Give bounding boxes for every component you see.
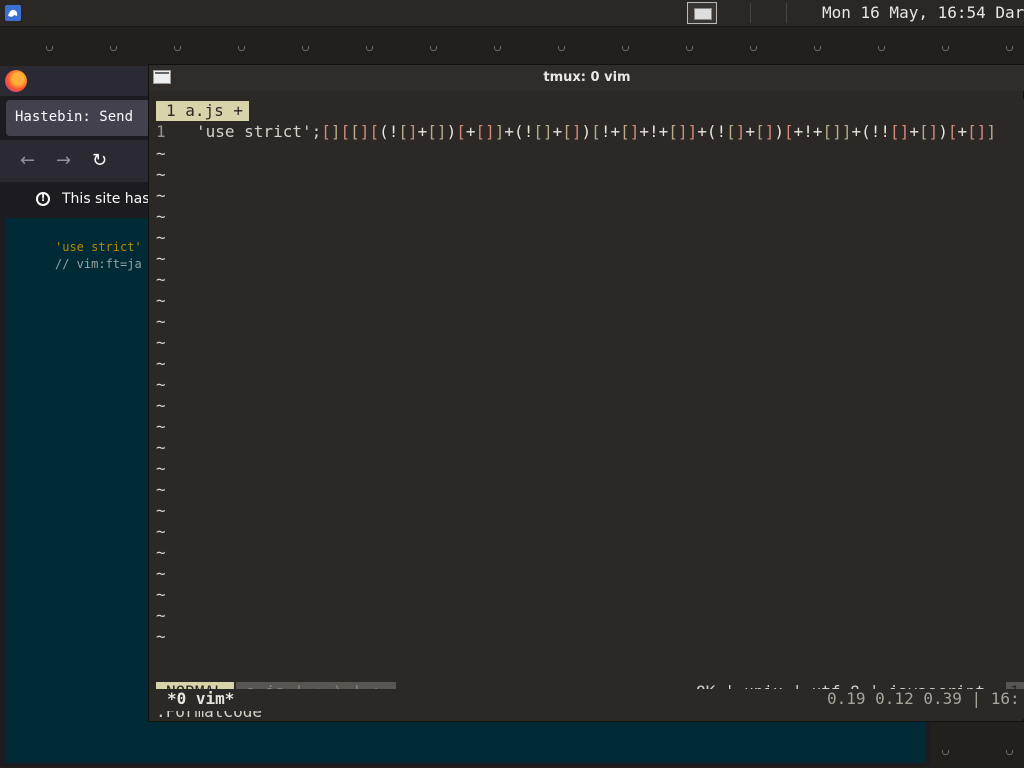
tilde-marker: ~ [156,500,166,521]
desktop-pattern-dot [174,46,181,51]
tilde-marker: ~ [156,332,166,353]
tilde-marker: ~ [156,269,166,290]
tilde-marker: ~ [156,395,166,416]
tmux-status-right: 0.19 0.12 0.39 | 16: [827,689,1020,708]
forward-arrow-icon[interactable]: → [56,150,71,171]
window-thumbnail-icon [694,8,712,20]
desktop-pattern-dot [1006,46,1013,51]
desktop-pattern-dot [302,46,309,51]
code-body: [][[][(![]+[])[+[]]+(![]+[])[!+[]+!+[]]+… [321,122,996,141]
paste-code-line: // vim:ft=ja [55,257,142,271]
desktop-pattern-dot [1006,750,1013,755]
tilde-marker: ~ [156,374,166,395]
empty-line-markers: ~ ~ ~ ~ ~ ~ ~ ~ ~ ~ ~ ~ ~ ~ ~ ~ ~ ~ ~ ~ ~ ~ ~ ~ [156,143,166,647]
desktop-pattern-dot [942,750,949,755]
terminal-titlebar[interactable]: tmux: 0 vim [149,65,1024,91]
code-line[interactable]: 'use strict';[][[][(![]+[])[+[]]+(![]+[]… [196,122,996,141]
tilde-marker: ~ [156,563,166,584]
tilde-marker: ~ [156,164,166,185]
desktop-pattern-dot [46,46,53,51]
desktop-pattern-dot [430,46,437,51]
tilde-marker: ~ [156,311,166,332]
vim-editor[interactable]: 1 a.js + 1 'use strict';[][[][(![]+[])[+… [156,99,1024,719]
firefox-logo-icon [5,70,27,92]
tilde-marker: ~ [156,437,166,458]
app-menu-icon[interactable] [4,4,22,22]
tab-label: Hastebin: Send [15,109,133,125]
back-arrow-icon[interactable]: ← [20,150,35,171]
tilde-marker: ~ [156,353,166,374]
desktop-pattern-dot [110,46,117,51]
code-prefix: 'use strict'; [196,122,321,141]
tilde-marker: ~ [156,584,166,605]
desktop-pattern-dot [494,46,501,51]
window-list-button[interactable] [687,2,717,24]
vim-buffer-tab[interactable]: 1 a.js + [156,101,249,121]
tilde-marker: ~ [156,521,166,542]
desktop-pattern-dot [942,46,949,51]
tilde-marker: ~ [156,227,166,248]
desktop-pattern-dot [622,46,629,51]
tilde-marker: ~ [156,143,166,164]
terminal-title: tmux: 0 vim [149,70,1024,85]
panel-separator [750,3,751,23]
paste-code-line: 'use strict' [55,240,142,254]
tilde-marker: ~ [156,626,166,647]
firefox-tab[interactable]: Hastebin: Send [6,100,150,136]
tilde-marker: ~ [156,416,166,437]
desktop-pattern-dot [814,46,821,51]
terminal-window[interactable]: tmux: 0 vim 1 a.js + 1 'use strict';[][[… [148,64,1024,722]
tilde-marker: ~ [156,248,166,269]
desktop-pattern-dot [686,46,693,51]
desktop-pattern-dot [558,46,565,51]
reload-icon[interactable]: ↻ [92,150,107,171]
tilde-marker: ~ [156,206,166,227]
tilde-marker: ~ [156,290,166,311]
desktop-pattern-dot [750,46,757,51]
tilde-marker: ~ [156,185,166,206]
panel-clock[interactable]: Mon 16 May, 16:54 Dartz [822,3,1024,22]
panel-user: Dartz [995,3,1024,22]
desktop-pattern-dot [238,46,245,51]
tilde-marker: ~ [156,479,166,500]
tmux-status-bar: *0 vim* 0.19 0.12 0.39 | 16: [149,689,1024,711]
info-icon: ! [36,192,50,206]
top-panel: Mon 16 May, 16:54 Dartz [0,0,1024,27]
line-number: 1 [156,122,166,141]
tilde-marker: ~ [156,458,166,479]
desktop-pattern-dot [366,46,373,51]
tilde-marker: ~ [156,605,166,626]
desktop-pattern-dot [878,46,885,51]
panel-separator [786,3,787,23]
notice-text: This site has l [62,191,158,207]
tilde-marker: ~ [156,542,166,563]
tmux-window-label[interactable]: *0 vim* [167,689,234,708]
